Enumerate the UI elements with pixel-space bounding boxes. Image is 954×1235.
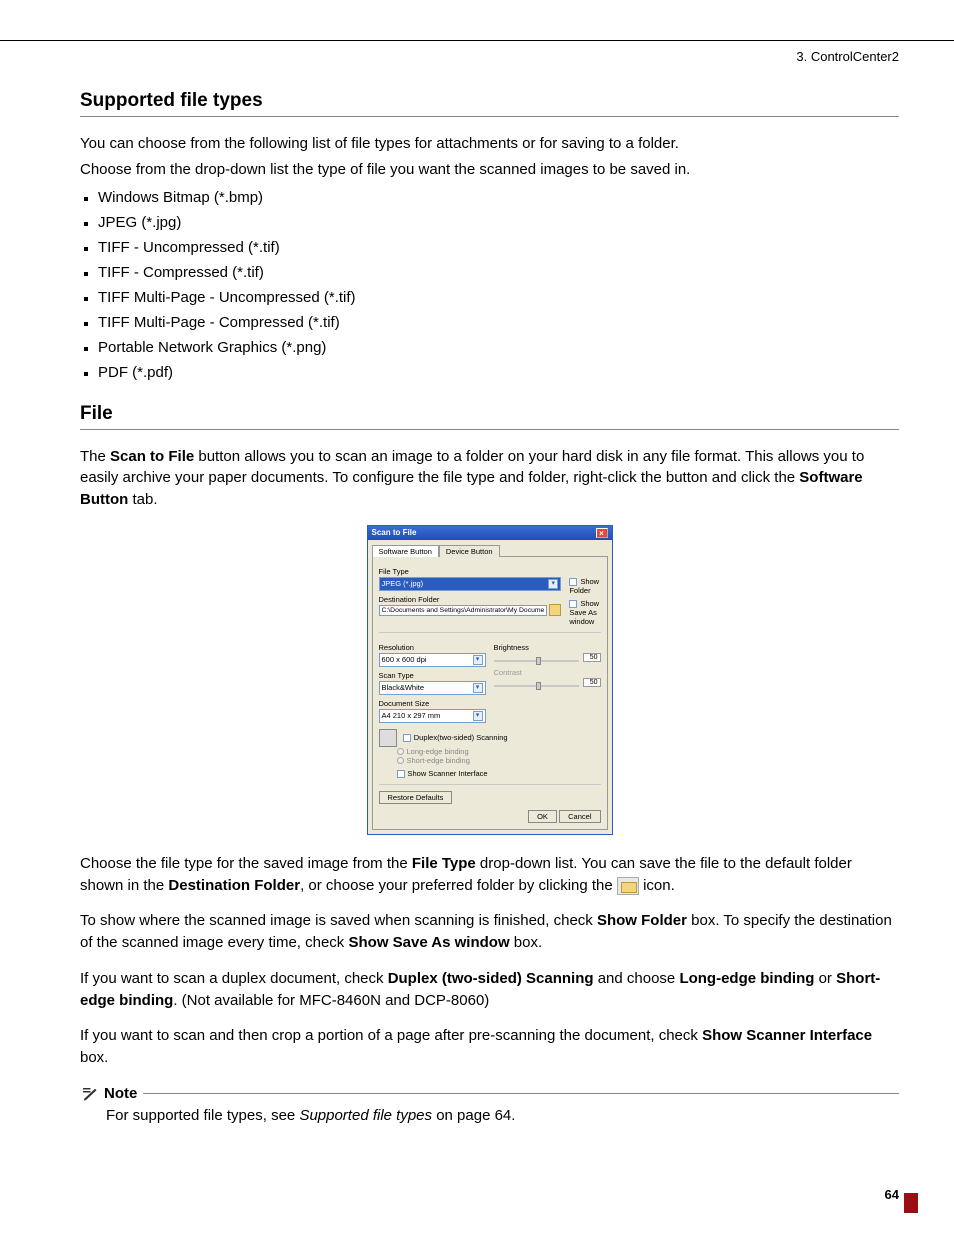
browse-folder-icon[interactable] [549,604,561,616]
list-item: Windows Bitmap (*.bmp) [98,189,899,206]
file-type-select[interactable]: JPEG (*.jpg)▾ [379,577,562,591]
chevron-down-icon: ▾ [473,711,483,721]
brightness-label: Brightness [494,643,601,652]
contrast-label: Contrast [494,668,601,677]
long-edge-radio[interactable]: Long-edge binding [397,747,601,756]
page-top-rule [0,40,954,41]
note-pencil-icon [80,1085,98,1103]
duplex-checkbox[interactable]: Duplex(two-sided) Scanning [403,733,508,742]
intro-paragraph-1: You can choose from the following list o… [80,133,899,155]
file-paragraph-1: The Scan to File button allows you to sc… [80,446,899,511]
short-edge-radio[interactable]: Short-edge binding [397,756,601,765]
show-folder-checkbox[interactable]: Show Folder [569,577,600,595]
dialog-title: Scan to File [372,528,417,537]
intro-paragraph-2: Choose from the drop-down list the type … [80,159,899,181]
list-item: TIFF - Compressed (*.tif) [98,264,899,281]
breadcrumb: 3. ControlCenter2 [0,49,954,64]
tab-software-button[interactable]: Software Button [372,545,439,557]
brightness-value: 50 [583,653,601,662]
document-size-select[interactable]: A4 210 x 297 mm▾ [379,709,486,723]
list-item: Portable Network Graphics (*.png) [98,339,899,356]
list-item: TIFF - Uncompressed (*.tif) [98,239,899,256]
divider [379,784,601,785]
dialog-body: File Type JPEG (*.jpg)▾ Destination Fold… [372,556,608,830]
file-paragraph-2: Choose the file type for the saved image… [80,853,899,897]
note-text: For supported file types, see Supported … [80,1105,899,1127]
list-item: TIFF Multi-Page - Compressed (*.tif) [98,314,899,331]
list-item: TIFF Multi-Page - Uncompressed (*.tif) [98,289,899,306]
heading-rule [80,429,899,430]
scan-type-label: Scan Type [379,671,486,680]
scan-type-select[interactable]: Black&White▾ [379,681,486,695]
file-paragraph-5: If you want to scan and then crop a port… [80,1025,899,1069]
list-item: PDF (*.pdf) [98,364,899,381]
list-item: JPEG (*.jpg) [98,214,899,231]
dialog-figure: Scan to File × Software ButtonDevice But… [80,525,899,835]
tab-device-button[interactable]: Device Button [439,545,500,557]
scan-to-file-dialog: Scan to File × Software ButtonDevice But… [367,525,613,835]
brightness-slider[interactable] [494,660,579,662]
destination-folder-label: Destination Folder [379,595,562,604]
dialog-titlebar: Scan to File × [368,526,612,540]
restore-defaults-button[interactable]: Restore Defaults [379,791,453,804]
destination-folder-input[interactable]: C:\Documents and Settings\Administrator\… [379,605,548,616]
contrast-slider[interactable] [494,685,579,687]
divider [379,632,601,633]
duplex-icon [379,729,397,747]
resolution-select[interactable]: 600 x 600 dpi▾ [379,653,486,667]
resolution-label: Resolution [379,643,486,652]
show-save-as-checkbox[interactable]: Show Save As window [569,599,600,626]
document-size-label: Document Size [379,699,486,708]
chevron-down-icon: ▾ [473,655,483,665]
file-paragraph-3: To show where the scanned image is saved… [80,910,899,954]
cancel-button[interactable]: Cancel [559,810,600,823]
dialog-tabs: Software ButtonDevice Button [368,540,612,556]
chevron-down-icon: ▾ [548,579,558,589]
note-label: Note [104,1085,137,1102]
section-tab-marker [904,1193,918,1213]
close-icon[interactable]: × [596,528,608,538]
file-type-list: Windows Bitmap (*.bmp) JPEG (*.jpg) TIFF… [80,189,899,381]
note-header: Note [80,1085,899,1103]
contrast-value: 50 [583,678,601,687]
heading-rule [80,116,899,117]
file-type-label: File Type [379,567,562,576]
browse-folder-icon [617,877,639,895]
heading-file: File [80,403,899,425]
note-rule [143,1093,899,1094]
show-scanner-interface-checkbox[interactable]: Show Scanner Interface [397,769,601,778]
chevron-down-icon: ▾ [473,683,483,693]
file-paragraph-4: If you want to scan a duplex document, c… [80,968,899,1012]
page-footer: 64 [0,1187,954,1211]
page-content: Supported file types You can choose from… [0,90,954,1127]
heading-supported-file-types: Supported file types [80,90,899,112]
ok-button[interactable]: OK [528,810,557,823]
page-number: 64 [885,1187,899,1202]
